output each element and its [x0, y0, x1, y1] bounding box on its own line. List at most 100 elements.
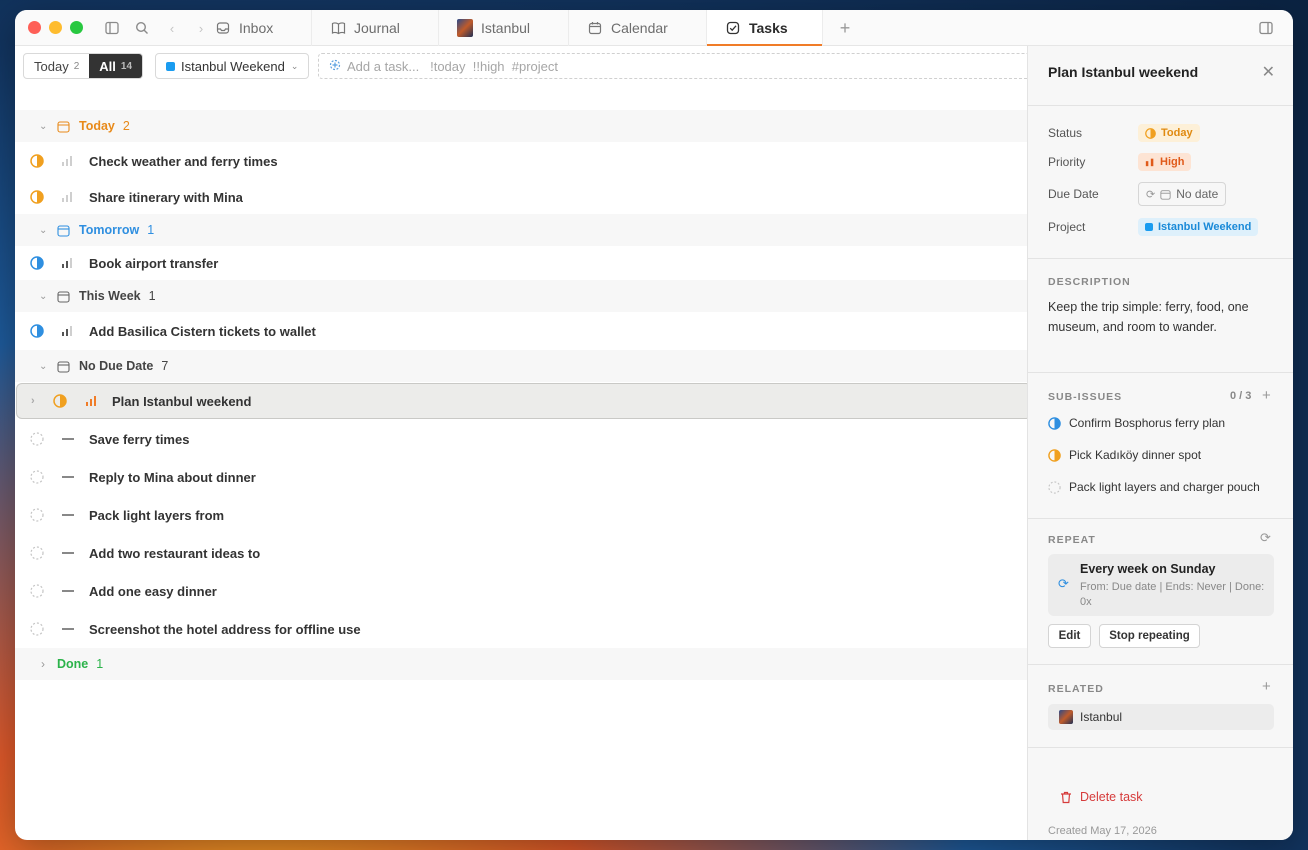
sidebar-toggle-icon[interactable]: [103, 19, 121, 37]
status-today-icon[interactable]: [53, 394, 67, 408]
zoom-window-button[interactable]: [70, 21, 83, 34]
task-row-selected[interactable]: › Plan Istanbul weekend: [16, 383, 1032, 419]
sub-issues-count: 0 / 3: [1230, 390, 1252, 402]
project-select[interactable]: Istanbul Weekend ⌄: [155, 53, 310, 79]
status-tomorrow-icon[interactable]: [30, 324, 44, 338]
chevron-down-icon: ⌄: [39, 224, 48, 236]
group-header-today[interactable]: ⌄ Today 2: [15, 110, 1027, 142]
new-tab-button[interactable]: +: [836, 18, 854, 38]
no-priority-icon[interactable]: [62, 438, 74, 440]
status-today-icon[interactable]: [30, 154, 44, 168]
priority-pill[interactable]: High: [1138, 153, 1192, 171]
task-title: Add Basilica Cistern tickets to wallet: [89, 323, 316, 339]
task-title: Reply to Mina about dinner: [89, 469, 256, 485]
filter-label: All: [99, 58, 116, 74]
priority-low-icon[interactable]: [61, 191, 73, 203]
task-row[interactable]: Book airport transfer: [15, 245, 1027, 281]
task-title: Save ferry times: [89, 431, 190, 447]
group-title: Today: [79, 119, 115, 133]
status-empty-icon[interactable]: [30, 432, 44, 446]
status-tomorrow-icon[interactable]: [30, 256, 44, 270]
priority-high-icon[interactable]: [85, 395, 97, 407]
back-icon[interactable]: ‹: [163, 19, 181, 37]
tab-istanbul[interactable]: Istanbul: [439, 10, 569, 46]
status-today-icon[interactable]: [1048, 448, 1061, 462]
no-priority-icon[interactable]: [62, 628, 74, 630]
task-row[interactable]: Pack light layers from: [15, 497, 1027, 533]
related-item[interactable]: Istanbul: [1048, 704, 1274, 730]
priority-medium-icon[interactable]: [61, 325, 73, 337]
task-row[interactable]: Add two restaurant ideas to: [15, 535, 1027, 571]
sub-issue-item[interactable]: Pack light layers and charger pouch: [1048, 480, 1260, 494]
search-icon[interactable]: [133, 19, 151, 37]
trash-icon: [1061, 791, 1071, 803]
tab-calendar[interactable]: Calendar: [569, 10, 707, 46]
description-text[interactable]: Keep the trip simple: ferry, food, one m…: [1048, 297, 1278, 337]
repeat-icon[interactable]: ⟳: [1260, 530, 1271, 546]
status-pill[interactable]: Today: [1138, 124, 1200, 142]
calendar-icon: [587, 20, 603, 36]
priority-low-icon[interactable]: [61, 155, 73, 167]
task-title: Screenshot the hotel address for offline…: [89, 621, 361, 637]
no-priority-icon[interactable]: [62, 476, 74, 478]
priority-medium-icon[interactable]: [61, 257, 73, 269]
task-row[interactable]: Share itinerary with Mina: [15, 179, 1027, 215]
add-task-input[interactable]: Add a task... !today !!high #project: [318, 53, 1038, 79]
status-empty-icon[interactable]: [1048, 480, 1061, 494]
task-row[interactable]: Add one easy dinner: [15, 573, 1027, 609]
no-priority-icon[interactable]: [62, 514, 74, 516]
close-window-button[interactable]: [28, 21, 41, 34]
status-today-icon[interactable]: [30, 190, 44, 204]
group-title: This Week: [79, 289, 141, 303]
due-date-value: No date: [1176, 187, 1219, 201]
no-priority-icon[interactable]: [62, 552, 74, 554]
group-header-tomorrow[interactable]: ⌄ Tomorrow 1: [15, 214, 1027, 246]
status-label: Status: [1048, 126, 1083, 140]
task-row[interactable]: Check weather and ferry times: [15, 143, 1027, 179]
sub-issue-item[interactable]: Pick Kadıköy dinner spot: [1048, 448, 1201, 462]
filter-today-button[interactable]: Today 2: [24, 54, 89, 78]
tab-label: Inbox: [239, 20, 274, 36]
divider: [1028, 105, 1293, 106]
right-sidebar-toggle-icon[interactable]: [1257, 19, 1275, 37]
task-row[interactable]: Save ferry times: [15, 421, 1027, 457]
task-row[interactable]: Add Basilica Cistern tickets to wallet: [15, 313, 1027, 349]
close-icon[interactable]: ✕: [1262, 62, 1275, 82]
book-icon: [330, 20, 346, 36]
status-empty-icon[interactable]: [30, 508, 44, 522]
group-count: 1: [96, 657, 104, 671]
tab-inbox[interactable]: Inbox: [197, 10, 312, 46]
minimize-window-button[interactable]: [49, 21, 62, 34]
chevron-right-icon[interactable]: ›: [31, 395, 35, 407]
status-tomorrow-icon[interactable]: [1048, 416, 1061, 430]
tab-tasks[interactable]: Tasks: [707, 10, 823, 46]
checkbox-icon: [725, 20, 741, 36]
detail-title[interactable]: Plan Istanbul weekend: [1048, 64, 1198, 80]
status-empty-icon[interactable]: [30, 546, 44, 560]
add-related-button[interactable]: +: [1262, 678, 1271, 695]
priority-label: Priority: [1048, 155, 1086, 169]
group-header-done[interactable]: › Done 1: [15, 648, 1027, 680]
chevron-down-icon: ⌄: [39, 120, 48, 132]
status-empty-icon[interactable]: [30, 470, 44, 484]
project-pill[interactable]: Istanbul Weekend: [1138, 218, 1259, 236]
edit-repeat-button[interactable]: Edit: [1048, 624, 1091, 648]
group-header-no-due-date[interactable]: ⌄ No Due Date 7: [15, 350, 1027, 382]
group-header-this-week[interactable]: ⌄ This Week 1: [15, 280, 1027, 312]
filter-all-button[interactable]: All 14: [89, 54, 143, 78]
status-empty-icon[interactable]: [30, 584, 44, 598]
tab-journal[interactable]: Journal: [312, 10, 439, 46]
repeat-summary[interactable]: ⟳ Every week on Sunday From: Due date | …: [1048, 554, 1274, 616]
add-sub-issue-button[interactable]: +: [1262, 387, 1271, 404]
stop-repeating-button[interactable]: Stop repeating: [1099, 624, 1200, 648]
calendar-icon: [57, 120, 70, 133]
due-date-picker[interactable]: ⟳ No date: [1138, 182, 1227, 206]
group-title: Tomorrow: [79, 223, 140, 237]
task-row[interactable]: Reply to Mina about dinner: [15, 459, 1027, 495]
status-empty-icon[interactable]: [30, 622, 44, 636]
no-priority-icon[interactable]: [62, 590, 74, 592]
filter-count: 2: [73, 60, 80, 72]
delete-task-button[interactable]: Delete task: [1060, 790, 1143, 804]
task-row[interactable]: Screenshot the hotel address for offline…: [15, 611, 1027, 647]
sub-issue-item[interactable]: Confirm Bosphorus ferry plan: [1048, 416, 1225, 430]
